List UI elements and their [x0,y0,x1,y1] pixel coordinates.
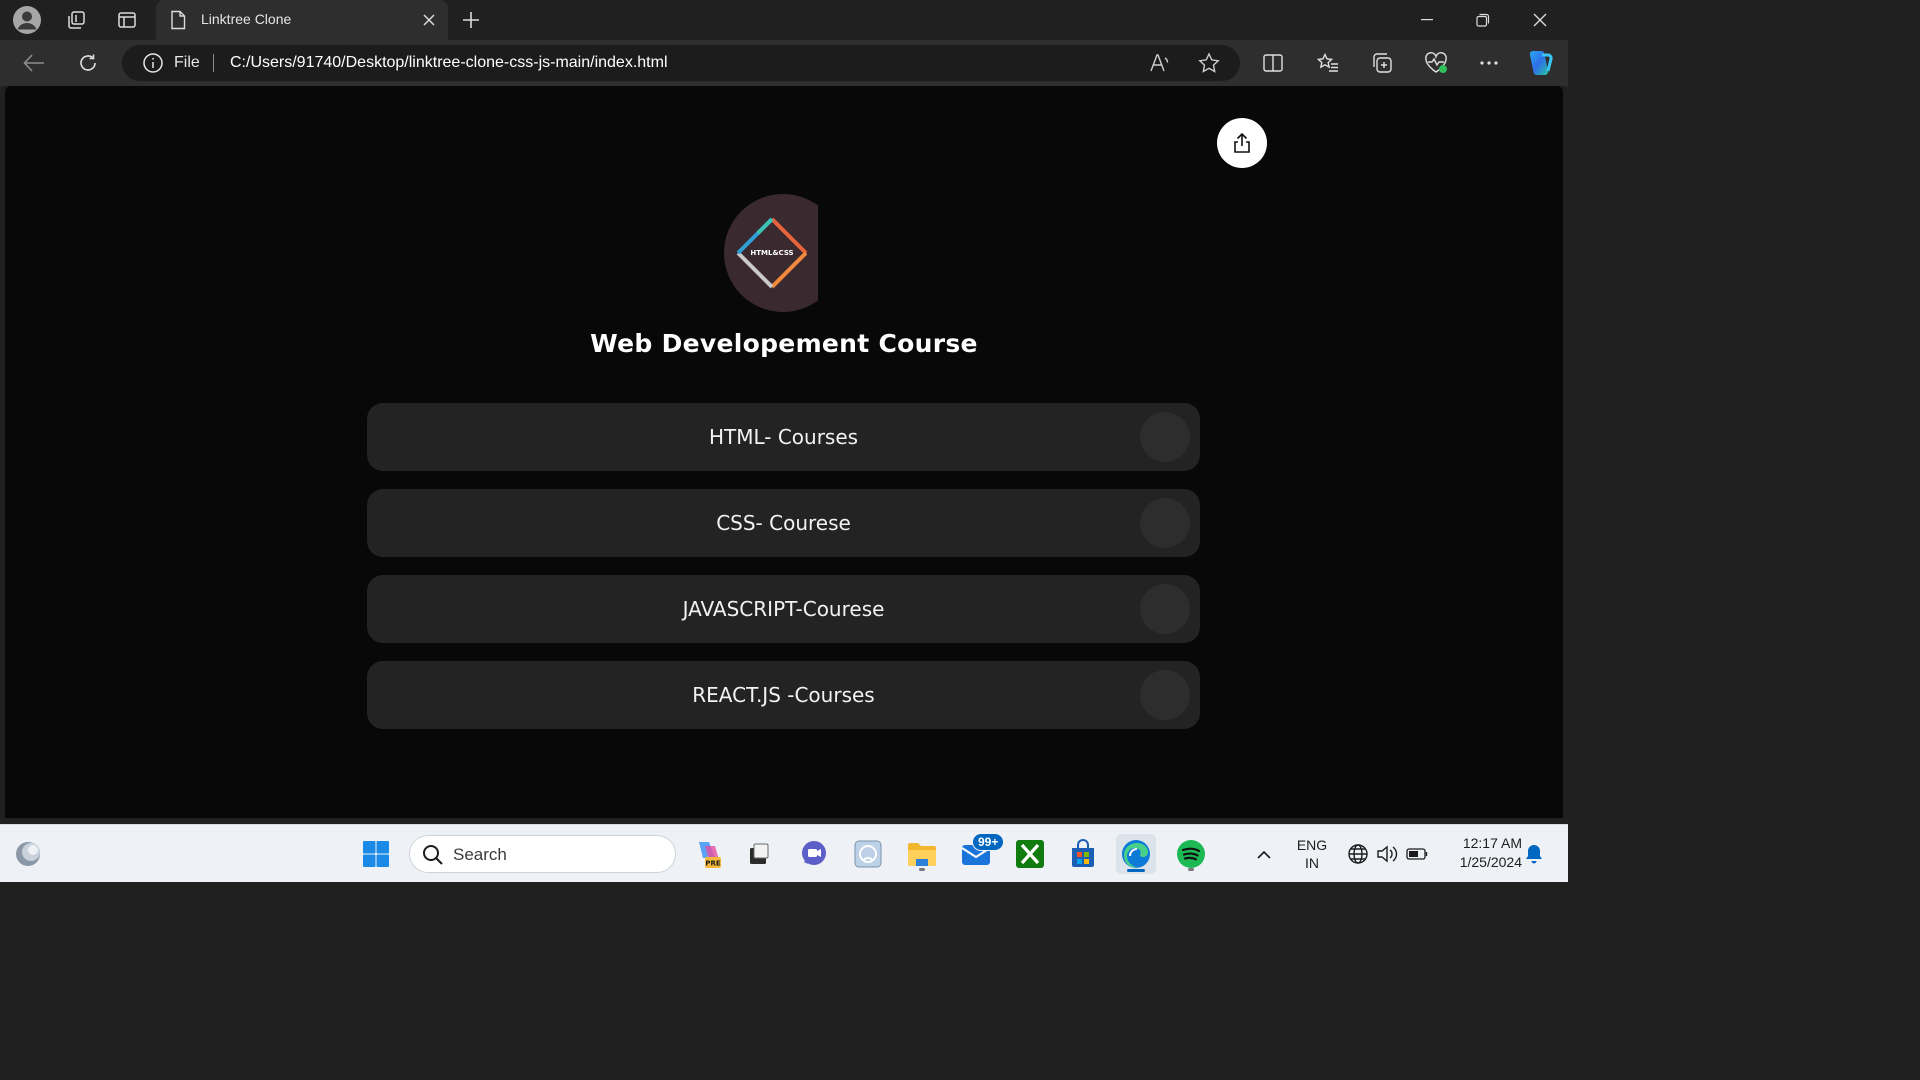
taskbar-search[interactable]: Search [409,835,676,873]
link-avatar-placeholder [1140,670,1190,720]
address-bar[interactable]: File C:/Users/91740/Desktop/linktree-clo… [122,45,1240,81]
link-button-react[interactable]: REACT.JS -Courses [367,661,1200,729]
workspaces-icon[interactable] [59,3,93,37]
search-label: Search [453,845,507,864]
copilot-icon[interactable] [1522,46,1556,80]
teams-chat-icon[interactable] [794,834,834,874]
task-view-icon[interactable] [738,834,778,874]
mail-badge: 99+ [972,833,1005,851]
tab-strip: Linktree Clone [0,0,1568,40]
file-explorer-icon[interactable] [902,834,942,874]
link-button-css[interactable]: CSS- Courese [367,489,1200,557]
restore-icon[interactable] [1455,0,1511,40]
back-icon[interactable] [17,46,51,80]
language-region: IN [1305,855,1319,871]
microsoft-store-icon[interactable] [1063,834,1103,874]
copilot-preview-icon[interactable]: PRE [687,834,727,874]
chevron-up-icon[interactable] [1246,834,1282,874]
app-window-icon[interactable] [848,834,888,874]
link-label: CSS- Courese [716,511,851,535]
favorite-star-icon[interactable] [1197,51,1221,75]
link-label: REACT.JS -Courses [692,683,875,707]
address-separator [213,54,214,72]
notification-bell-icon[interactable] [1518,834,1550,874]
spotify-icon[interactable] [1171,834,1211,874]
logo-text: HTML&CSS [750,249,793,257]
search-icon [422,844,444,866]
read-aloud-icon[interactable] [1148,51,1172,75]
url-text[interactable]: C:/Users/91740/Desktop/linktree-clone-cs… [230,54,668,72]
close-window-icon[interactable] [1512,0,1568,40]
link-button-html[interactable]: HTML- Courses [367,403,1200,471]
link-label: HTML- Courses [708,425,859,449]
language-code: ENG [1296,837,1328,853]
link-avatar-placeholder [1140,498,1190,548]
tab-title: Linktree Clone [201,11,292,27]
new-tab-icon[interactable] [456,5,486,35]
page-icon [170,10,186,30]
running-indicator [1188,868,1194,871]
link-avatar-placeholder [1140,584,1190,634]
taskbar: Search PRE 99+ ENG IN 12:17 AM 1/25/2024 [0,824,1568,882]
split-screen-icon[interactable] [1256,46,1290,80]
running-indicator [919,868,925,871]
tab-actions-icon[interactable] [110,3,144,37]
active-tab[interactable]: Linktree Clone [156,0,448,40]
profile-icon[interactable] [10,3,44,37]
share-icon [1234,132,1250,153]
battery-icon[interactable] [1399,834,1435,874]
clock-time: 12:17 AM [1462,835,1522,851]
browser-essentials-icon[interactable] [1419,46,1453,80]
link-avatar-placeholder [1140,412,1190,462]
close-tab-icon[interactable] [418,9,440,31]
scheme-label: File [174,54,200,71]
share-button[interactable] [1217,118,1267,168]
favorites-icon[interactable] [1311,46,1345,80]
browser-toolbar: File C:/Users/91740/Desktop/linktree-clo… [0,40,1568,86]
link-list: HTML- Courses CSS- Courese JAVASCRIPT-Co… [367,403,1200,747]
svg-text:PRE: PRE [705,860,721,868]
page-title: Web Developement Course [590,329,978,358]
site-info-icon[interactable] [142,52,164,74]
xbox-icon[interactable] [1010,834,1050,874]
widgets-icon[interactable] [8,834,48,874]
clock-date: 1/25/2024 [1459,854,1522,870]
link-button-javascript[interactable]: JAVASCRIPT-Courese [367,575,1200,643]
link-label: JAVASCRIPT-Courese [682,597,885,621]
profile-logo: HTML&CSS [724,194,819,312]
minimize-icon[interactable] [1399,0,1455,40]
edge-icon[interactable] [1116,834,1156,874]
more-options-icon[interactable] [1472,46,1506,80]
collections-icon[interactable] [1365,46,1399,80]
active-app-indicator [1127,869,1145,872]
refresh-icon[interactable] [71,46,105,80]
start-icon[interactable] [356,834,396,874]
language-indicator[interactable]: ENG IN [1294,836,1330,872]
system-clock[interactable]: 12:17 AM 1/25/2024 [1440,834,1522,872]
page-viewport: HTML&CSS Web Developement Course HTML- C… [5,86,1563,818]
